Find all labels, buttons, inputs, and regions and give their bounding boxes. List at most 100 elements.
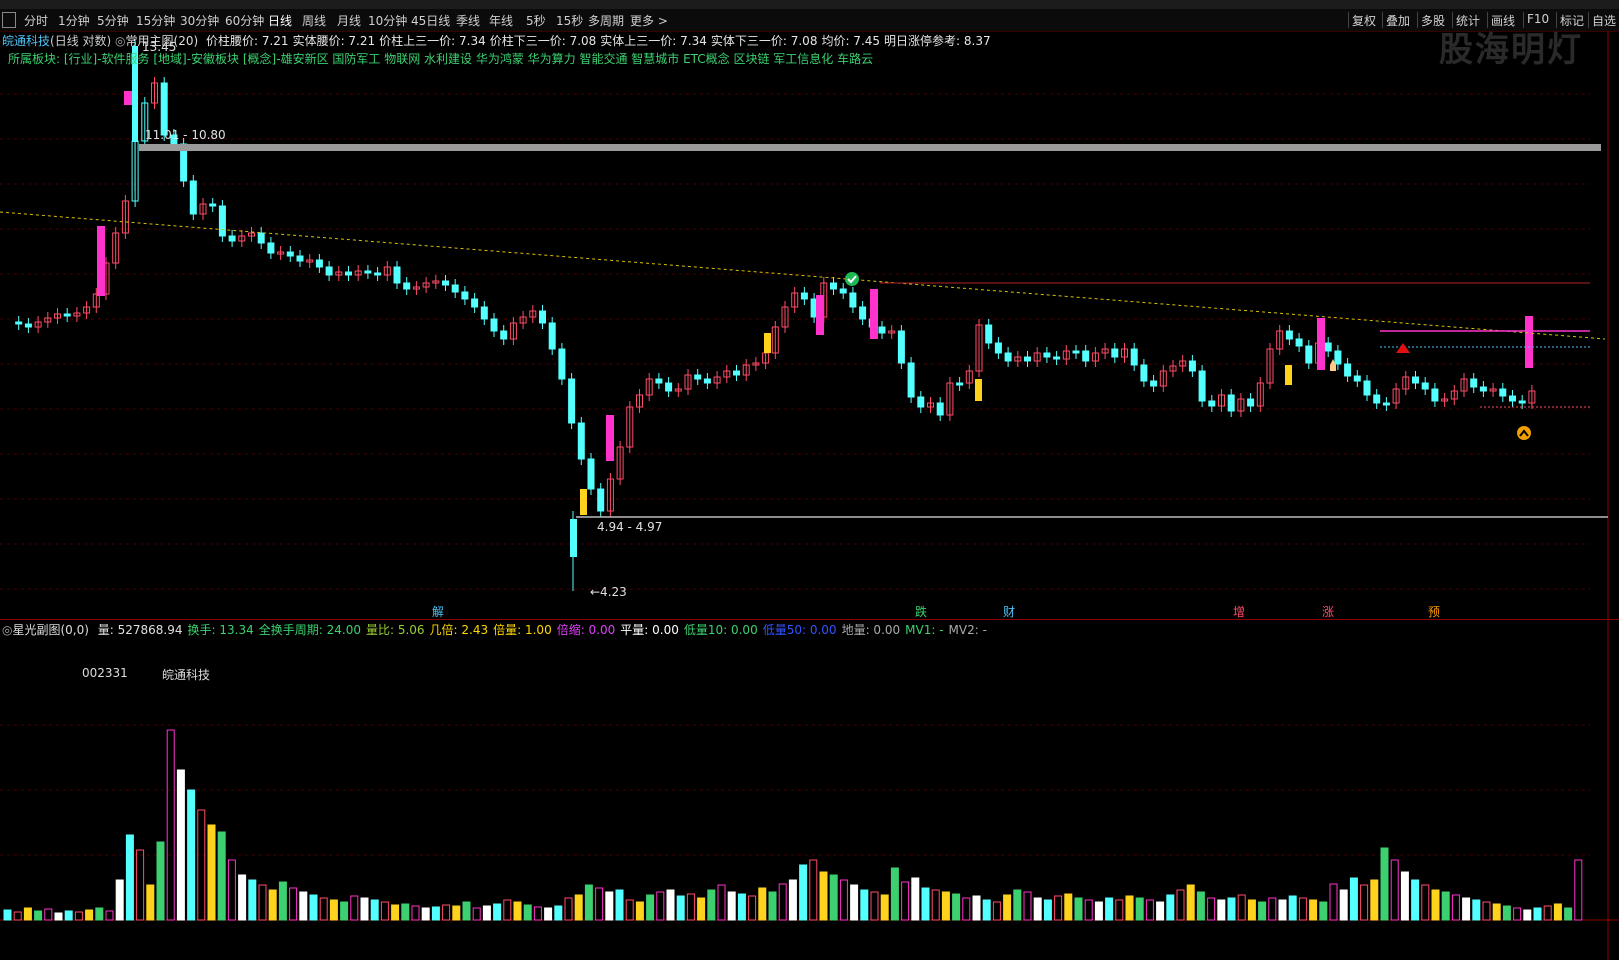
volume-bar xyxy=(778,883,787,921)
candle-body xyxy=(209,203,217,207)
candle-body xyxy=(1518,400,1526,404)
stock-name[interactable]: 皖通科技 xyxy=(2,34,50,48)
candle-body xyxy=(1470,378,1478,388)
sub-indicator-name[interactable]: 星光副图(0,0) xyxy=(12,623,88,637)
sub-field-4: 几倍: 2.43 xyxy=(429,623,489,637)
volume-bar xyxy=(931,889,940,921)
volume-bar xyxy=(911,877,920,921)
candle-body xyxy=(480,306,488,320)
period-tab-7[interactable]: 周线 xyxy=(302,12,326,29)
sub-field-6: 倍缩: 0.00 xyxy=(556,623,616,637)
event-marker-2[interactable]: 财 xyxy=(1003,603,1015,620)
volume-bar xyxy=(329,899,338,921)
toolbar-right-1[interactable]: 叠加 xyxy=(1386,12,1410,29)
gold-candle xyxy=(1285,365,1292,385)
candle-body xyxy=(1188,360,1196,372)
period-tab-1[interactable]: 1分钟 xyxy=(58,12,90,29)
menu-icon[interactable] xyxy=(2,12,16,28)
volume-bar xyxy=(758,887,767,921)
volume-bar xyxy=(74,911,83,921)
toolbar-right-7[interactable]: 自选 xyxy=(1592,12,1616,29)
limit-up-candle xyxy=(124,91,132,105)
resistance-band xyxy=(139,144,1601,151)
price-chart[interactable]: 13.4511.01 - 10.804.94 - 4.97←4.23 xyxy=(0,31,1619,619)
main-indicator-name[interactable]: 常用主图(20) xyxy=(126,34,199,48)
candle-body xyxy=(1334,350,1342,365)
stock-name-label: 皖通科技 xyxy=(162,668,211,682)
candle-body xyxy=(733,370,740,376)
sub-field-9: 低量50: 0.00 xyxy=(762,623,837,637)
candle-body xyxy=(839,288,847,294)
candle-body xyxy=(907,362,915,398)
volume-bar xyxy=(1115,899,1124,921)
candle-body xyxy=(228,235,236,242)
volume-bar xyxy=(768,891,777,921)
period-tab-8[interactable]: 月线 xyxy=(337,12,361,29)
volume-bar xyxy=(666,889,675,921)
period-tab-0[interactable]: 分时 xyxy=(24,12,48,29)
low-price-label: ←4.23 xyxy=(590,585,627,599)
period-tab-6[interactable]: 日线 xyxy=(268,12,292,29)
period-tab-9[interactable]: 10分钟 xyxy=(368,12,407,29)
candle-body xyxy=(345,271,352,276)
limit-up-candle xyxy=(97,226,105,296)
volume-bar xyxy=(1023,891,1032,921)
volume-bar xyxy=(44,908,53,921)
event-marker-1[interactable]: 跌 xyxy=(915,603,927,620)
volume-chart[interactable] xyxy=(0,619,1619,960)
volume-bar xyxy=(1003,894,1012,921)
volume-bar xyxy=(1400,871,1409,921)
volume-bar xyxy=(442,904,451,921)
volume-bar xyxy=(1574,859,1583,921)
volume-bar xyxy=(1451,894,1460,921)
gold-candle xyxy=(764,333,771,353)
period-tab-16[interactable]: 更多 > xyxy=(630,12,668,29)
period-tab-10[interactable]: 45日线 xyxy=(411,12,450,29)
period-tab-4[interactable]: 30分钟 xyxy=(180,12,219,29)
volume-bar xyxy=(309,894,318,921)
volume-bar xyxy=(1533,907,1542,921)
candle-body xyxy=(985,324,993,344)
period-tab-11[interactable]: 季线 xyxy=(456,12,480,29)
period-tab-15[interactable]: 多周期 xyxy=(588,12,624,29)
volume-bar xyxy=(850,884,859,921)
volume-bar xyxy=(686,893,695,921)
event-marker-4[interactable]: 涨 xyxy=(1322,603,1334,620)
event-marker-3[interactable]: 增 xyxy=(1233,603,1245,620)
limit-up-candle xyxy=(870,289,878,339)
collapse-icon[interactable]: ◎ xyxy=(115,34,125,48)
volume-bar xyxy=(95,907,104,921)
volume-bar xyxy=(13,911,22,921)
candle-body xyxy=(1053,356,1061,360)
volume-bar xyxy=(574,894,583,921)
candle-body xyxy=(15,321,23,325)
candle-body xyxy=(1130,348,1138,366)
volume-bar xyxy=(1553,903,1562,921)
volume-bar xyxy=(1196,891,1205,921)
candle-body xyxy=(1140,364,1148,382)
volume-bar xyxy=(1421,884,1430,921)
volume-bar xyxy=(176,769,185,921)
volume-bar xyxy=(3,909,12,921)
period-tab-14[interactable]: 15秒 xyxy=(556,12,583,29)
volume-bar xyxy=(1156,901,1165,921)
volume-bar xyxy=(717,884,726,921)
candle-body xyxy=(878,326,886,334)
period-tab-13[interactable]: 5秒 xyxy=(526,12,546,29)
volume-bar xyxy=(472,907,481,921)
volume-bar xyxy=(605,891,614,921)
collapse-icon[interactable]: ◎ xyxy=(2,623,12,637)
candle-body xyxy=(1344,363,1352,377)
event-marker-5[interactable]: 预 xyxy=(1428,603,1440,620)
candle-body xyxy=(471,298,479,308)
period-tab-5[interactable]: 60分钟 xyxy=(225,12,264,29)
volume-bar xyxy=(1135,897,1144,921)
period-tab-3[interactable]: 15分钟 xyxy=(136,12,175,29)
event-marker-0[interactable]: 解 xyxy=(432,603,444,620)
volume-bar xyxy=(829,874,838,921)
period-tab-2[interactable]: 5分钟 xyxy=(97,12,129,29)
volume-bar xyxy=(1166,894,1175,921)
period-tab-12[interactable]: 年线 xyxy=(489,12,513,29)
volume-bar xyxy=(646,894,655,921)
toolbar-right-0[interactable]: 复权 xyxy=(1352,12,1376,29)
